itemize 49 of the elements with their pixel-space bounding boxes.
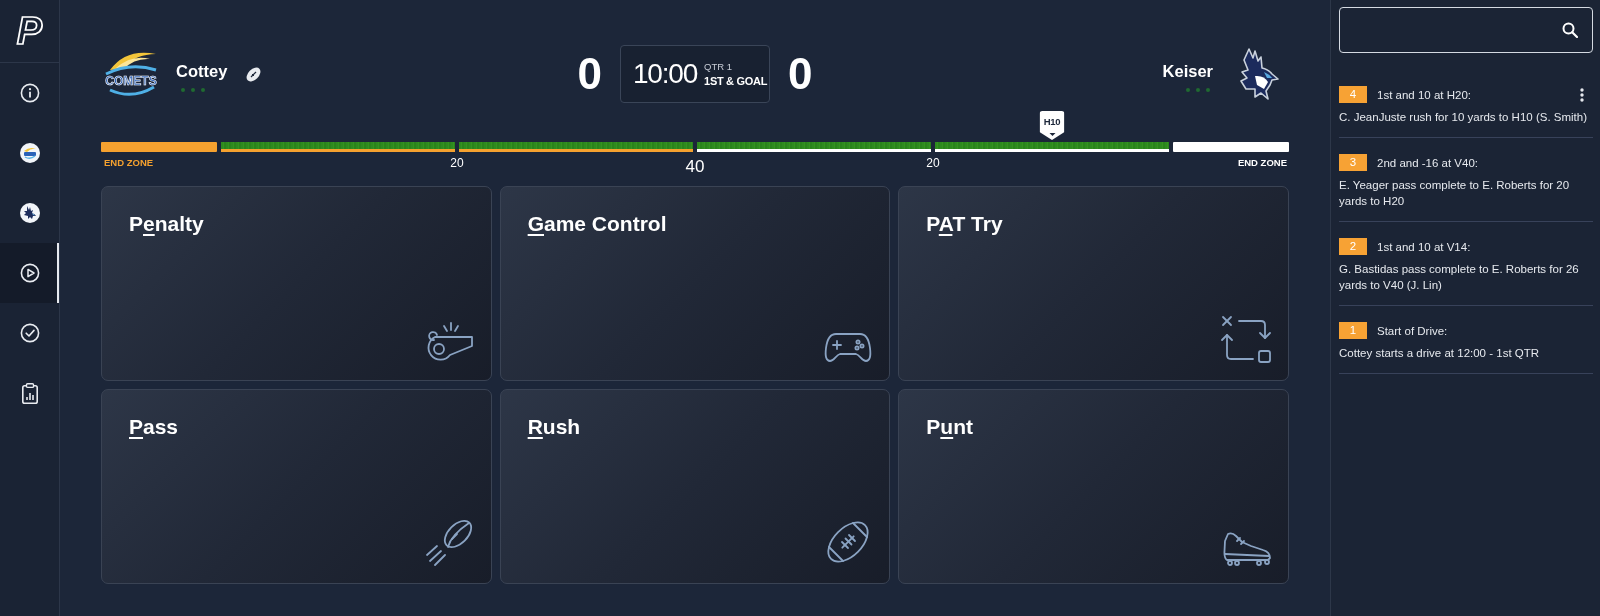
check-icon (19, 323, 40, 343)
play-type-button[interactable]: Penalty (101, 186, 492, 381)
play-number-badge: 3 (1339, 154, 1367, 171)
yard-line-label: 20 (926, 156, 940, 170)
clipboard-icon (21, 382, 38, 404)
play-type-button[interactable]: Rush (499, 389, 891, 584)
end-zone-label: END ZONE (103, 157, 155, 168)
cleat-icon (1223, 531, 1271, 566)
away-score: 0 (788, 52, 813, 96)
play-description: E. Yeager pass complete to E. Roberts for 20 yards to H20 (1339, 178, 1571, 209)
play-type-button[interactable]: Punt (898, 389, 1289, 584)
search-icon[interactable] (1562, 22, 1578, 38)
search-field[interactable] (1339, 7, 1593, 53)
home-score: 0 (577, 52, 602, 96)
info-icon (19, 83, 40, 103)
play-icon (19, 263, 40, 283)
more-options-icon[interactable] (1580, 87, 1584, 102)
yard-line-label: 40 (685, 157, 705, 177)
team-name: Keiser (1162, 62, 1213, 81)
play-type-button[interactable]: Pass (101, 389, 492, 584)
play-type-button[interactable]: Game Control (499, 186, 891, 381)
yard-line-label: 20 (450, 156, 464, 170)
quarter-label: QTR 1 (704, 60, 734, 72)
end-zone-label: END ZONE (1236, 157, 1288, 168)
play-description: G. Bastidas pass complete to E. Roberts for 26 yards to V40 (J. Lin) (1339, 262, 1580, 293)
game-clock: 10:00 (633, 60, 698, 88)
brand-logo: P (16, 12, 43, 50)
team-logo: COMETS (102, 50, 160, 98)
play-number-badge: 2 (1339, 238, 1367, 255)
play-summary: 2nd and -16 at V40: (1377, 156, 1479, 169)
play-description: Cottey starts a drive at 12:00 - 1st QTR (1339, 346, 1541, 361)
play-number-badge: 1 (1339, 322, 1367, 339)
play-type-button[interactable]: PAT Try (898, 186, 1289, 381)
eagle-logo (1237, 47, 1279, 101)
gamepad-icon (824, 331, 873, 363)
marker-label: H10 (1043, 116, 1061, 127)
nav-item[interactable] (0, 243, 59, 303)
play-number-badge: 4 (1339, 86, 1367, 103)
caret-icon (1049, 133, 1055, 136)
team-logo-icon (19, 203, 40, 223)
play-description: C. JeanJuste rush for 10 yards to H10 (S. Smith) (1339, 110, 1588, 125)
play-summary: 1st and 10 at H20: (1377, 88, 1471, 101)
swap-arrows-icon (1221, 315, 1271, 363)
play-summary: 1st and 10 at V14: (1377, 240, 1471, 253)
team-name: Cottey (176, 62, 228, 81)
team-logo-icon (19, 143, 40, 163)
play-summary: Start of Drive: (1377, 324, 1448, 337)
flying-football-icon (424, 517, 474, 566)
down-and-distance: 1ST & GOAL (704, 74, 768, 88)
